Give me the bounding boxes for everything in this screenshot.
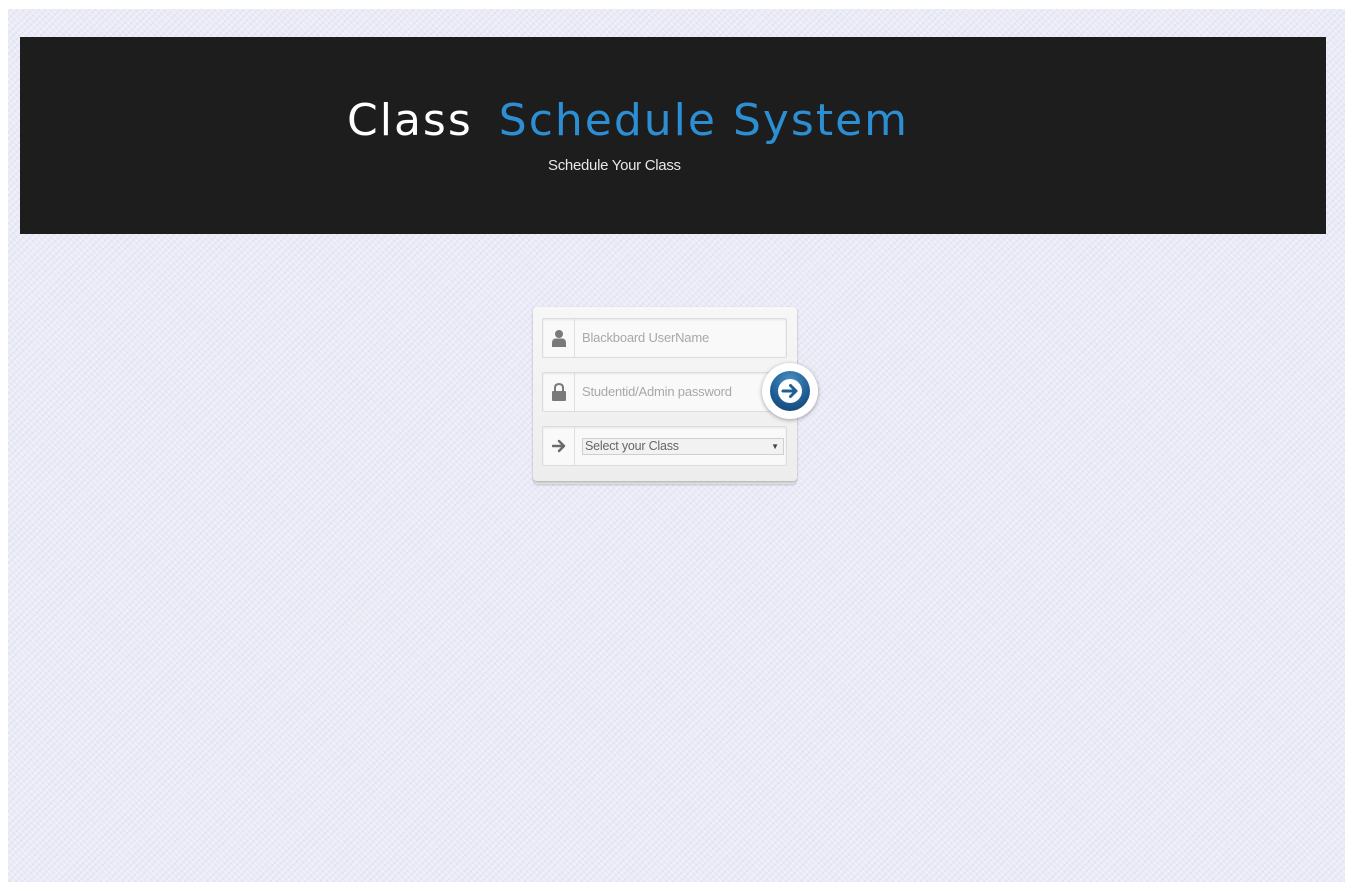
site-header: Class Schedule System Schedule Your Class xyxy=(20,37,1326,234)
username-placeholder: Blackboard UserName xyxy=(582,330,709,345)
submit-arrow-icon xyxy=(778,379,802,403)
site-title-part1: Class xyxy=(347,95,473,146)
site-title-part2: Schedule System xyxy=(498,95,910,146)
arrow-right-icon xyxy=(543,427,575,465)
user-icon xyxy=(543,319,575,357)
site-subtitle: Schedule Your Class xyxy=(548,157,681,174)
submit-button[interactable] xyxy=(770,371,810,411)
password-placeholder: Studentid/Admin password xyxy=(582,384,732,399)
class-select[interactable]: Select your Class ▼ xyxy=(582,438,784,455)
lock-icon xyxy=(543,373,575,411)
class-select-value: Select your Class xyxy=(585,439,679,453)
login-form: Blackboard UserName Studentid/Admin pass… xyxy=(533,307,797,481)
username-field[interactable]: Blackboard UserName xyxy=(542,318,787,358)
submit-button-ring xyxy=(762,363,818,419)
chevron-down-icon: ▼ xyxy=(771,442,779,451)
password-field[interactable]: Studentid/Admin password xyxy=(542,372,787,412)
class-field: Select your Class ▼ xyxy=(542,426,787,466)
site-title: Class Schedule System xyxy=(347,93,909,149)
